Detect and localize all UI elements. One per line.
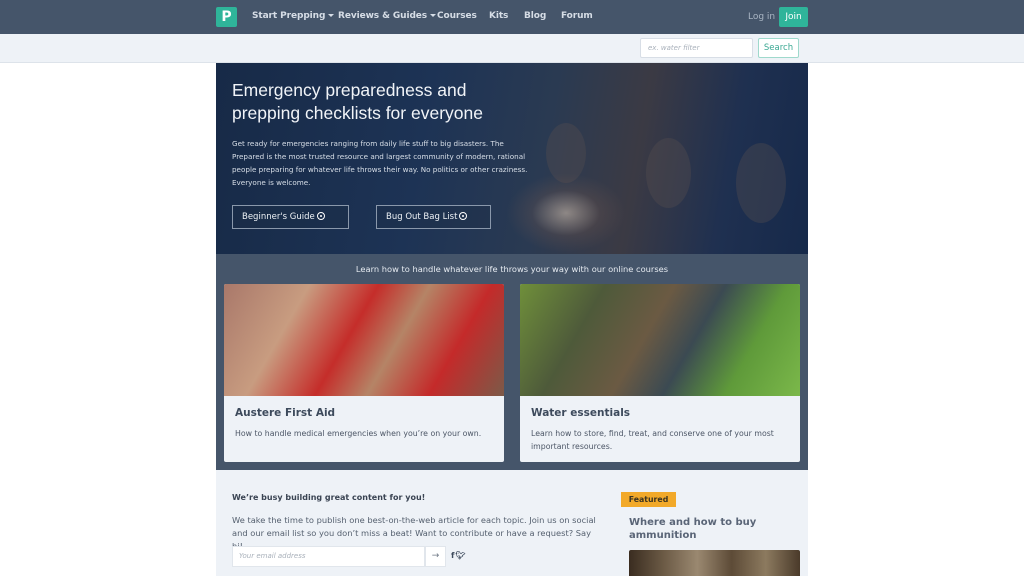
hero-title: Emergency preparedness and prepping chec… [232, 80, 483, 123]
twitter-icon[interactable]: 🐦︎ [455, 551, 465, 560]
featured-article-image[interactable] [629, 550, 800, 576]
caret-down-icon [430, 14, 437, 17]
course-title: Water essentials [531, 407, 631, 419]
course-image-water [520, 284, 800, 396]
arrow-circle-icon [316, 212, 325, 220]
search-button[interactable]: Search [758, 38, 799, 58]
search-bar [0, 34, 1024, 63]
caret-down-icon [328, 14, 335, 17]
arrow-circle-icon [459, 212, 468, 220]
course-description: Learn how to store, find, treat, and con… [531, 429, 774, 451]
hero-description: Get ready for emergencies ranging from d… [232, 139, 528, 187]
top-navbar: P Start Prepping Reviews & Guides Course… [0, 0, 1024, 34]
nav-courses[interactable]: Courses [437, 11, 477, 21]
course-card-water[interactable]: Water essentials Learn how to store, fin… [520, 284, 800, 462]
featured-badge: Featured [621, 492, 676, 507]
join-button[interactable]: Join [779, 7, 808, 27]
featured-article-title[interactable]: Where and how to buy ammunition [629, 516, 799, 542]
nav-forum[interactable]: Forum [561, 11, 593, 21]
arrow-right-icon[interactable]: → [425, 546, 446, 567]
email-input[interactable]: Your email address [232, 546, 425, 567]
hero-banner: Emergency preparedness and prepping chec… [216, 63, 808, 254]
nav-start-prepping[interactable]: Start Prepping [252, 11, 335, 21]
logo-icon[interactable]: P [216, 7, 237, 27]
nav-blog[interactable]: Blog [524, 11, 546, 21]
beginners-guide-button[interactable]: Beginner's Guide [232, 205, 349, 229]
nav-kits[interactable]: Kits [489, 11, 508, 21]
social-icons: f🐦︎ [451, 551, 466, 560]
bug-out-bag-button[interactable]: Bug Out Bag List [376, 205, 491, 229]
search-input[interactable]: ex. water filter [640, 38, 753, 58]
hero-image-figure [646, 138, 691, 208]
hero-image-figure [736, 143, 786, 223]
button-label: Beginner's Guide [242, 212, 315, 222]
course-card-first-aid[interactable]: Austere First Aid How to handle medical … [224, 284, 504, 462]
nav-label: Start Prepping [252, 11, 326, 21]
course-image-first-aid [224, 284, 504, 396]
nav-label: Reviews & Guides [338, 11, 428, 21]
courses-section: Learn how to handle whatever life throws… [216, 254, 808, 470]
course-title: Austere First Aid [235, 407, 336, 419]
facebook-icon[interactable]: f [451, 551, 454, 560]
courses-heading: Learn how to handle whatever life throws… [355, 264, 669, 274]
login-link[interactable]: Log in [748, 12, 775, 22]
button-label: Bug Out Bag List [386, 212, 458, 222]
nav-reviews-guides[interactable]: Reviews & Guides [338, 11, 437, 21]
course-description: How to handle medical emergencies when y… [235, 429, 482, 438]
newsletter-heading: We’re busy building great content for yo… [232, 493, 426, 502]
